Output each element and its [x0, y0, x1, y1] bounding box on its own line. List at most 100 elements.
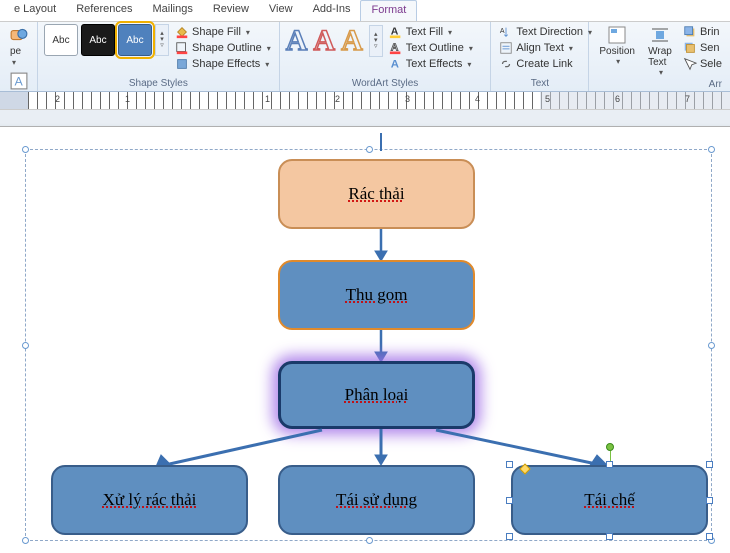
- tab-view[interactable]: View: [259, 0, 303, 21]
- position-button[interactable]: Position▾: [595, 24, 639, 68]
- send-backward-icon: [683, 41, 697, 55]
- resize-handle[interactable]: [706, 533, 713, 540]
- shape-tai-che[interactable]: Tái chế: [511, 465, 708, 535]
- resize-handle[interactable]: [606, 461, 613, 468]
- shape-fill-button[interactable]: Shape Fill▾: [173, 24, 273, 40]
- wrap-icon: [651, 26, 669, 44]
- shape-phan-loai[interactable]: Phân loại: [278, 361, 475, 429]
- shape-label: Phân loại: [345, 385, 409, 405]
- page: Rác thải Thu gom Phân loại Xử lý rác thả…: [0, 126, 730, 553]
- shape-style-gallery[interactable]: Abc Abc Abc ▴▾▿: [44, 24, 169, 56]
- effects-icon: [175, 57, 189, 71]
- create-link-button[interactable]: Create Link: [497, 56, 594, 72]
- shape-label: Thu gom: [346, 285, 408, 305]
- align-text-icon: [499, 41, 513, 55]
- shape-icon: [10, 26, 28, 44]
- style-swatch-2[interactable]: Abc: [81, 24, 115, 56]
- wordart-gallery-more[interactable]: ▴▾▿: [369, 25, 383, 57]
- svg-text:A: A: [500, 28, 505, 35]
- wordart-a-3[interactable]: A: [341, 24, 363, 58]
- svg-text:A: A: [391, 59, 399, 71]
- text-fill-button[interactable]: A Text Fill▾: [387, 24, 475, 40]
- group-wordart-styles: A A A ▴▾▿ A Text Fill▾ A Text Outline▾ A…: [280, 22, 492, 91]
- position-icon: [608, 26, 626, 44]
- link-icon: [499, 57, 513, 71]
- chevron-down-icon: ▾: [265, 60, 269, 69]
- bucket-icon: [175, 25, 189, 39]
- rotate-handle[interactable]: [606, 443, 614, 451]
- shape-label: Rác thải: [348, 184, 404, 204]
- shape-selection-tai-che[interactable]: Tái chế: [507, 461, 712, 539]
- send-backward-button[interactable]: Sen: [681, 40, 724, 56]
- tab-references[interactable]: References: [66, 0, 142, 21]
- chevron-down-icon: ▾: [467, 60, 471, 69]
- shape-effects-button[interactable]: Shape Effects▾: [173, 56, 273, 72]
- align-text-button[interactable]: Align Text▾: [497, 40, 594, 56]
- arrow-2-3: [371, 330, 391, 364]
- shape-tai-su-dung[interactable]: Tái sử dụng: [278, 465, 475, 535]
- resize-handle[interactable]: [706, 461, 713, 468]
- connector-top: [376, 133, 386, 153]
- text-direction-button[interactable]: A Text Direction▾: [497, 24, 594, 40]
- group-label-wordart: WordArt Styles: [286, 78, 485, 91]
- resize-handle[interactable]: [606, 533, 613, 540]
- shape-label: Tái chế: [584, 490, 635, 510]
- textbox-icon: A: [10, 72, 28, 90]
- resize-handle[interactable]: [506, 461, 513, 468]
- chevron-down-icon: ▾: [616, 57, 620, 66]
- selection-pane-icon: [683, 57, 697, 71]
- document-canvas[interactable]: Rác thải Thu gom Phân loại Xử lý rác thả…: [0, 110, 730, 553]
- text-fill-icon: A: [389, 25, 403, 39]
- tab-format[interactable]: Format: [360, 0, 417, 21]
- text-effects-icon: A: [389, 57, 403, 71]
- resize-handle[interactable]: [506, 497, 513, 504]
- group-label-shape-styles: Shape Styles: [44, 78, 273, 91]
- text-direction-icon: A: [499, 25, 513, 39]
- shape-thu-gom[interactable]: Thu gom: [278, 260, 475, 330]
- shape-type-button[interactable]: pe ▾: [6, 24, 32, 70]
- text-outline-button[interactable]: A Text Outline▾: [387, 40, 475, 56]
- shape-rac-thai[interactable]: Rác thải: [278, 159, 475, 229]
- chevron-down-icon: ▾: [469, 44, 473, 53]
- selection-pane-button[interactable]: Sele: [681, 56, 724, 72]
- style-swatch-3[interactable]: Abc: [118, 24, 152, 56]
- chevron-down-icon: ▾: [659, 68, 663, 77]
- group-shape-styles: Abc Abc Abc ▴▾▿ Shape Fill▾ Shape Outlin…: [38, 22, 280, 91]
- chevron-down-icon: ▾: [569, 44, 573, 53]
- ribbon-tabs: e Layout References Mailings Review View…: [0, 0, 730, 22]
- group-text: A Text Direction▾ Align Text▾ Create Lin…: [491, 22, 589, 91]
- wordart-a-2[interactable]: A: [313, 24, 335, 58]
- chevron-down-icon: ▾: [246, 28, 250, 37]
- resize-handle[interactable]: [706, 497, 713, 504]
- tab-addins[interactable]: Add-Ins: [303, 0, 361, 21]
- style-swatch-1[interactable]: Abc: [44, 24, 78, 56]
- svg-text:A: A: [15, 75, 24, 89]
- group-label-arrange: Arr: [595, 79, 724, 92]
- bring-forward-icon: [683, 25, 697, 39]
- tab-layout[interactable]: e Layout: [4, 0, 66, 21]
- pencil-icon: [175, 41, 189, 55]
- group-label-text: Text: [497, 78, 582, 91]
- wrap-text-button[interactable]: Wrap Text▾: [643, 24, 677, 79]
- tab-mailings[interactable]: Mailings: [142, 0, 202, 21]
- shape-xu-ly[interactable]: Xử lý rác thải: [51, 465, 248, 535]
- style-gallery-more[interactable]: ▴▾▿: [155, 24, 169, 56]
- resize-handle[interactable]: [506, 533, 513, 540]
- tab-review[interactable]: Review: [203, 0, 259, 21]
- text-effects-button[interactable]: A Text Effects▾: [387, 56, 475, 72]
- arrow-1-2: [371, 229, 391, 263]
- shape-label: Tái sử dụng: [336, 490, 417, 510]
- horizontal-ruler[interactable]: 2 1 1 2 3 4 5 6 7: [0, 92, 730, 110]
- arrow-3-5: [371, 429, 391, 467]
- chevron-down-icon: ▾: [448, 28, 452, 37]
- chevron-down-icon: ▾: [267, 44, 271, 53]
- group-clip-left: pe ▾ A xt Box: [0, 22, 38, 91]
- shape-outline-button[interactable]: Shape Outline▾: [173, 40, 273, 56]
- shape-label: Xử lý rác thải: [103, 490, 197, 510]
- wordart-a-1[interactable]: A: [286, 24, 308, 58]
- text-outline-icon: A: [389, 41, 403, 55]
- ribbon: pe ▾ A xt Box Abc Abc Abc ▴▾▿ Shape Fill…: [0, 22, 730, 92]
- bring-forward-button[interactable]: Brin: [681, 24, 724, 40]
- group-arrange: Position▾ Wrap Text▾ Brin Sen Sele: [589, 22, 730, 91]
- wordart-gallery[interactable]: A A A ▴▾▿: [286, 24, 383, 58]
